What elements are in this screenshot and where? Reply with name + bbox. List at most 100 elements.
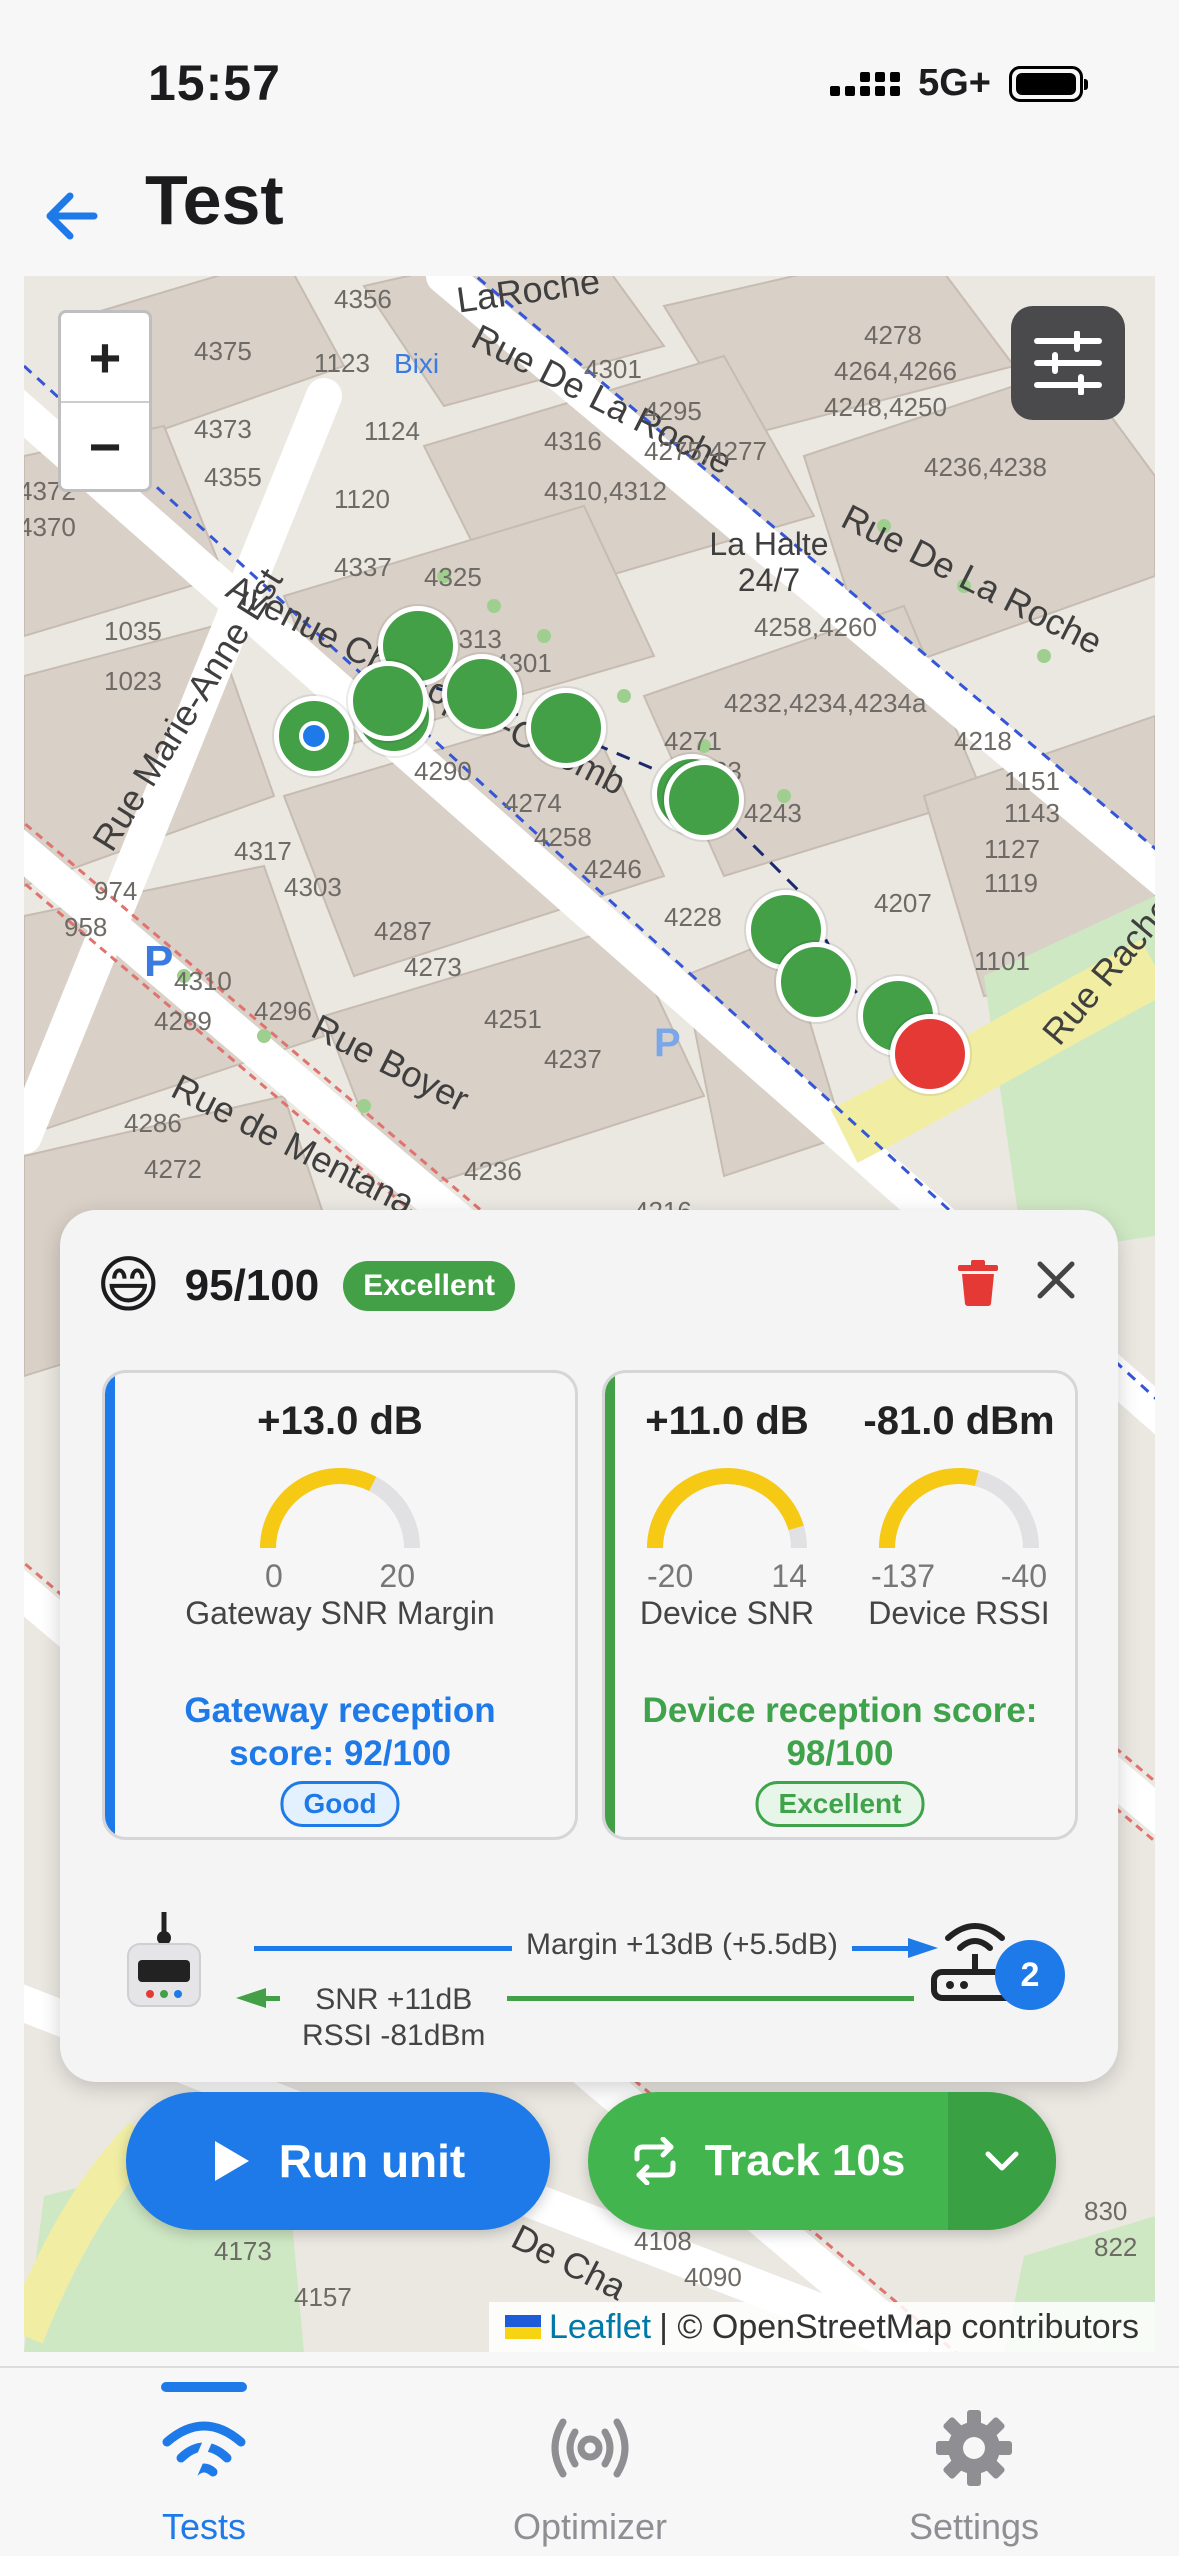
tab-label: Tests	[161, 2506, 247, 2547]
house-number-label: 4251	[484, 1004, 542, 1034]
house-number-label: 4207	[874, 888, 932, 918]
house-number-label: 4173	[214, 2236, 272, 2266]
gauge-max: -40	[1000, 1558, 1047, 1594]
gateway-score: Gateway reception score: 92/100	[105, 1689, 575, 1775]
current-location-marker[interactable]	[274, 696, 354, 776]
house-number-label: 4337	[334, 552, 392, 582]
house-number-label: 4325	[424, 562, 482, 592]
measurement-marker[interactable]	[776, 942, 856, 1022]
house-number-label: 822	[1094, 2232, 1138, 2262]
gateway-snr-label: Gateway SNR Margin	[185, 1595, 495, 1631]
house-number-label: 4290	[414, 756, 472, 786]
house-number-label: 4157	[294, 2282, 352, 2312]
device-snr-gauge	[647, 1468, 807, 1549]
grinning-face-icon: 😄	[96, 1251, 161, 1320]
device-icon	[127, 1912, 201, 2007]
house-number-label: 4248,4250	[824, 392, 947, 422]
house-number-label: 4278	[864, 320, 922, 350]
device-score: Device reception score: 98/100	[605, 1689, 1075, 1775]
gauge-range: -20 14	[647, 1558, 807, 1595]
gateway-metric: +13.0 dB 0 20 Gateway SNR Margin	[105, 1399, 575, 1632]
house-number-label: 4275,4277	[644, 436, 767, 466]
gauge-max: 20	[379, 1558, 415, 1594]
house-number-label: 830	[1084, 2196, 1128, 2226]
house-number-label: 4286	[124, 1108, 182, 1138]
house-number-label: 4316	[544, 426, 602, 456]
house-number-label: 4303	[284, 872, 342, 902]
downlink-rssi: RSSI -81dBm	[302, 2019, 486, 2052]
gauge-range: 0 20	[265, 1558, 415, 1595]
device-score-line2: 98/100	[786, 1734, 894, 1773]
zoom-out-button[interactable]: −	[61, 401, 149, 489]
measurement-marker[interactable]	[526, 688, 606, 768]
gateway-score-line1: Gateway reception	[184, 1691, 496, 1730]
quality-badge: Excellent	[343, 1261, 515, 1311]
house-number-label: 4301	[584, 354, 642, 384]
house-number-label: 4271	[664, 726, 722, 756]
house-number-label: 4274	[504, 788, 562, 818]
gateway-snr-gauge	[260, 1468, 420, 1549]
house-number-label: 1119	[984, 868, 1038, 898]
measurement-marker[interactable]	[348, 661, 428, 741]
device-snr-value: +11.0 dB	[645, 1399, 809, 1443]
close-button[interactable]	[1036, 1260, 1076, 1305]
filter-button[interactable]	[1011, 306, 1125, 420]
house-number-label: 4310,4312	[544, 476, 667, 506]
sliders-icon	[1034, 331, 1102, 395]
wifi-tests-icon	[162, 2421, 246, 2486]
gauge-fill	[879, 1468, 979, 1549]
house-number-label: 958	[64, 912, 108, 942]
gateway-card: +13.0 dB 0 20 Gateway SNR Margin Gateway…	[102, 1370, 578, 1840]
run-unit-button[interactable]: Run unit	[126, 2092, 550, 2230]
house-number-label: 4355	[204, 462, 262, 492]
poi-label: La Halte 24/7	[709, 526, 829, 598]
track-button-group: Track 10s	[588, 2092, 1056, 2230]
gauge-range: -137 -40	[871, 1558, 1047, 1595]
track-button[interactable]: Track 10s	[588, 2092, 948, 2230]
house-number-label: 1101	[974, 946, 1030, 976]
ukraine-flag-icon	[505, 2315, 542, 2339]
house-number-label: 4273	[404, 952, 462, 982]
device-quality-badge: Excellent	[755, 1781, 925, 1827]
measurement-marker[interactable]	[442, 654, 522, 734]
house-number-label: 1120	[334, 484, 390, 514]
house-number-label: 4296	[254, 996, 312, 1026]
zoom-control: + −	[58, 310, 152, 492]
house-number-label: 4228	[664, 902, 722, 932]
tab-label: Settings	[908, 2506, 1040, 2547]
gateway-score-line2: score: 92/100	[229, 1734, 451, 1773]
house-number-label: 1023	[104, 666, 162, 696]
gauge-min: -137	[871, 1558, 936, 1594]
gauge-min: 0	[265, 1558, 283, 1594]
house-number-label: 4090	[684, 2262, 742, 2292]
house-number-label: 4272	[144, 1154, 202, 1184]
arrow-left-small-icon	[236, 1988, 266, 2008]
close-icon	[1037, 1261, 1075, 1299]
leaflet-link[interactable]: Leaflet	[549, 2308, 651, 2347]
house-number-label: 4237	[544, 1044, 602, 1074]
gateway-quality-badge: Good	[280, 1781, 400, 1827]
house-number-label: 974	[94, 876, 138, 906]
measurement-marker[interactable]	[664, 760, 744, 840]
delete-button[interactable]	[958, 1260, 998, 1311]
house-number-label: 1124	[364, 416, 420, 446]
uplink-label: Margin +13dB (+5.5dB)	[512, 1924, 852, 1966]
play-icon	[214, 2141, 249, 2181]
gateway-snr-value: +13.0 dB	[257, 1399, 423, 1443]
zoom-in-button[interactable]: +	[61, 313, 149, 401]
device-score-line1: Device reception score:	[642, 1691, 1038, 1730]
gateway-count-badge: 2	[995, 1940, 1065, 2010]
gauge-fill	[647, 1468, 804, 1549]
device-card: +11.0 dB -20 14 Device SNR -81.0 dBm -13…	[602, 1370, 1078, 1840]
house-number-label: 4236,4238	[924, 452, 1047, 482]
back-button[interactable]	[38, 180, 108, 250]
house-number-label: 1123	[314, 348, 370, 378]
house-number-label: 4243	[744, 798, 802, 828]
device-rssi-label: Device RSSI	[868, 1595, 1050, 1631]
map-attribution: Leaflet | © OpenStreetMap contributors	[489, 2302, 1155, 2352]
measurement-marker-selected[interactable]	[890, 1014, 970, 1094]
gear-icon	[936, 2410, 1012, 2486]
house-number-label: 4108	[634, 2226, 692, 2256]
house-number-label: 4375	[194, 336, 252, 366]
signal-icon	[830, 71, 901, 96]
